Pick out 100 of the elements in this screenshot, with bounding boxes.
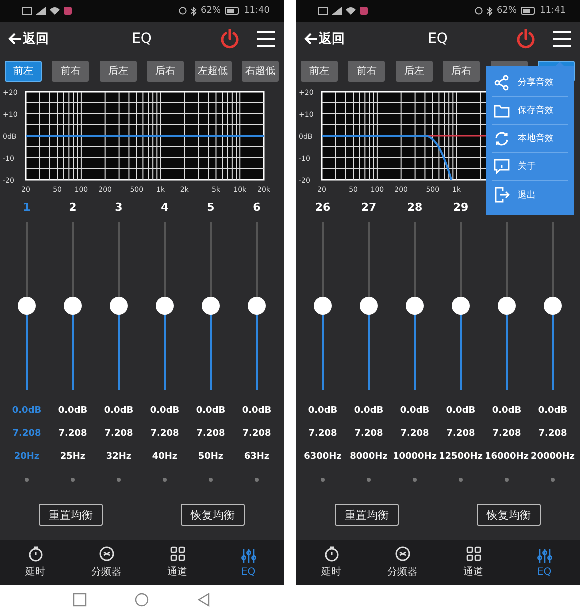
q-value: 7.208 <box>308 428 338 441</box>
slider-thumb[interactable] <box>452 297 470 315</box>
back-button[interactable]: 返回 <box>304 30 345 48</box>
nav-tab[interactable]: EQ <box>224 548 274 578</box>
gain-value: 0.0dB <box>354 405 384 418</box>
gain-value: 0.0dB <box>104 405 134 418</box>
frequency-value: 63Hz <box>244 451 270 464</box>
gain-value: 0.0dB <box>242 405 272 418</box>
q-value: 7.208 <box>400 428 430 441</box>
wifi-icon <box>50 7 60 15</box>
menu-item[interactable]: 退出 <box>492 181 568 209</box>
q-value: 7.208 <box>12 428 42 441</box>
channel-tab[interactable]: 后左 <box>100 60 137 82</box>
menu-item[interactable]: 本地音效 <box>492 125 568 153</box>
band-number[interactable]: 5 <box>207 200 215 214</box>
slider-thumb[interactable] <box>110 297 128 315</box>
band-number[interactable]: 29 <box>453 200 469 214</box>
slider-thumb[interactable] <box>202 297 220 315</box>
home-icon[interactable] <box>135 593 149 607</box>
slider-thumb[interactable] <box>64 297 82 315</box>
slider-thumb[interactable] <box>248 297 266 315</box>
channel-tab[interactable]: 后右 <box>147 60 184 82</box>
slider-thumb[interactable] <box>498 297 516 315</box>
menu-item[interactable]: 保存音效 <box>492 97 568 125</box>
frequency-value: 8000Hz <box>350 451 388 464</box>
band-number[interactable]: 1 <box>23 200 31 214</box>
alarm-icon <box>475 7 484 15</box>
back-triangle-icon[interactable] <box>197 593 211 607</box>
menu-icon[interactable] <box>552 30 572 48</box>
crossover-icon <box>394 546 410 562</box>
band-number[interactable]: 4 <box>161 200 169 214</box>
action-button[interactable]: 恢复均衡 <box>477 504 541 526</box>
gain-value: 0.0dB <box>446 405 476 418</box>
gain-value: 0.0dB <box>400 405 430 418</box>
band-number[interactable]: 3 <box>115 200 123 214</box>
power-icon[interactable] <box>220 29 240 49</box>
channel-tab[interactable]: 后左 <box>396 60 433 82</box>
q-value: 7.208 <box>242 428 272 441</box>
slider-thumb[interactable] <box>406 297 424 315</box>
frequency-value: 16000Hz <box>484 451 530 464</box>
equalizer-icon <box>240 548 256 564</box>
signal-icon <box>36 7 46 15</box>
frequency-value: 20Hz <box>14 451 40 464</box>
band-number[interactable]: 26 <box>315 200 331 214</box>
clock-time: 11:40 <box>244 6 270 16</box>
nav-tab[interactable]: 延时 <box>306 546 356 579</box>
channel-tab[interactable]: 左超低 <box>194 60 232 82</box>
band-number[interactable]: 2 <box>69 200 77 214</box>
q-value: 7.208 <box>150 428 180 441</box>
slider-thumb[interactable] <box>360 297 378 315</box>
frequency-value: 6300Hz <box>304 451 342 464</box>
info-icon <box>494 158 510 174</box>
back-arrow-icon <box>304 32 318 46</box>
app-icon <box>64 7 72 15</box>
refresh-icon <box>494 130 510 146</box>
band-number[interactable]: 27 <box>361 200 377 214</box>
band-dot <box>25 478 29 482</box>
frequency-value: 12500Hz <box>438 451 484 464</box>
menu-item[interactable]: 分享音效 <box>492 69 568 97</box>
action-button[interactable]: 重置均衡 <box>335 504 399 526</box>
band-dot <box>321 478 325 482</box>
channel-tab[interactable]: 后右 <box>443 60 480 82</box>
nav-tab[interactable]: 通道 <box>152 546 202 579</box>
frequency-value: 40Hz <box>152 451 178 464</box>
action-button[interactable]: 重置均衡 <box>39 504 103 526</box>
slider-thumb[interactable] <box>314 297 332 315</box>
band-number[interactable]: 6 <box>253 200 261 214</box>
slider-thumb[interactable] <box>156 297 174 315</box>
channel-tab[interactable]: 前左 <box>301 60 338 82</box>
menu-item[interactable]: 关于 <box>492 153 568 181</box>
battery-icon <box>225 7 240 15</box>
equalizer-icon <box>536 548 552 564</box>
wifi-icon <box>346 7 356 15</box>
nav-tab[interactable]: 分频器 <box>82 546 132 579</box>
q-value: 7.208 <box>354 428 384 441</box>
menu-icon[interactable] <box>256 30 276 48</box>
slider-thumb[interactable] <box>544 297 562 315</box>
grid-icon <box>466 546 482 562</box>
signal-icon <box>332 7 342 15</box>
recent-apps-icon[interactable] <box>73 593 87 607</box>
band-number[interactable]: 28 <box>407 200 423 214</box>
band-dot <box>163 478 167 482</box>
channel-tab[interactable]: 前右 <box>348 60 386 82</box>
nav-tab[interactable]: EQ <box>520 548 570 578</box>
nav-tab[interactable]: 分频器 <box>378 546 428 579</box>
screen-title: EQ <box>428 31 448 47</box>
stopwatch-icon <box>324 546 340 562</box>
channel-tab[interactable]: 前右 <box>52 60 90 82</box>
power-icon[interactable] <box>516 29 536 49</box>
band-dot <box>367 478 371 482</box>
channel-tab[interactable]: 右超低 <box>242 60 279 82</box>
nav-tab[interactable]: 延时 <box>10 546 60 579</box>
gain-value: 0.0dB <box>12 405 42 418</box>
slider-thumb[interactable] <box>18 297 36 315</box>
back-button[interactable]: 返回 <box>8 30 49 48</box>
action-button[interactable]: 恢复均衡 <box>181 504 245 526</box>
channel-tab[interactable]: 前左 <box>5 60 42 82</box>
nav-tab[interactable]: 通道 <box>448 546 498 579</box>
frequency-value: 20000Hz <box>530 451 576 464</box>
frequency-value: 50Hz <box>198 451 224 464</box>
